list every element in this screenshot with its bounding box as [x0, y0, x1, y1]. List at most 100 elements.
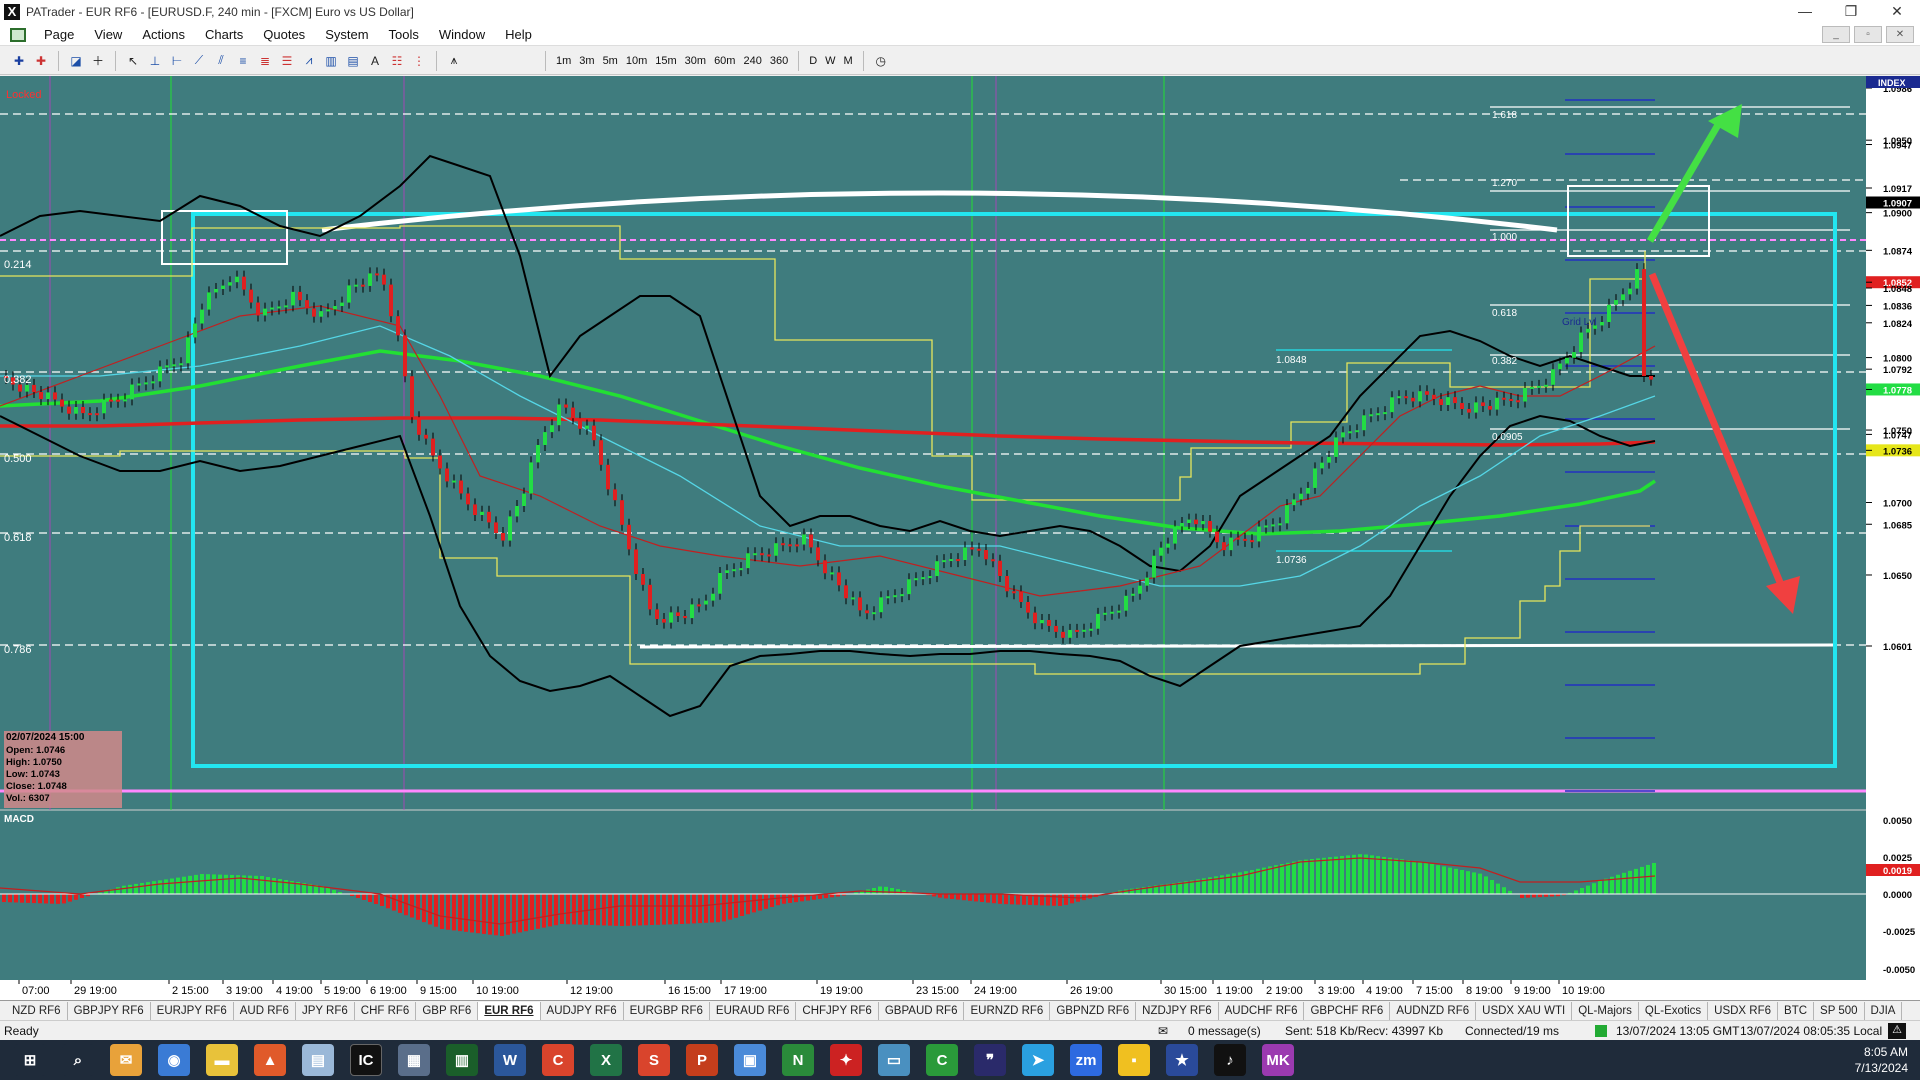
- menu-quotes[interactable]: Quotes: [253, 27, 315, 42]
- tf-d[interactable]: D: [805, 55, 821, 67]
- arrange-icon[interactable]: ✚: [10, 52, 28, 70]
- mdi-minimize-icon[interactable]: _: [1822, 26, 1850, 43]
- cursor-icon[interactable]: ↖: [124, 52, 142, 70]
- tab-audjpy[interactable]: AUDJPY RF6: [541, 1001, 624, 1020]
- tab-chf[interactable]: CHF RF6: [355, 1001, 417, 1020]
- brave-icon[interactable]: ▲: [254, 1044, 286, 1076]
- bars-icon[interactable]: ☷: [388, 52, 406, 70]
- tab-jpy[interactable]: JPY RF6: [296, 1001, 355, 1020]
- hline-icon[interactable]: ⊥: [146, 52, 164, 70]
- tab-gbpaud[interactable]: GBPAUD RF6: [879, 1001, 965, 1020]
- tab-usdx-xau-wti[interactable]: USDX XAU WTI: [1476, 1001, 1573, 1020]
- tab-eurnzd[interactable]: EURNZD RF6: [964, 1001, 1051, 1020]
- tab-gbpnzd[interactable]: GBPNZD RF6: [1050, 1001, 1137, 1020]
- tf-1m[interactable]: 1m: [552, 55, 575, 67]
- channel-icon[interactable]: ⫽: [212, 52, 230, 70]
- ic-icon[interactable]: IC: [350, 1044, 382, 1076]
- menu-window[interactable]: Window: [429, 27, 495, 42]
- tab-gbpjpy[interactable]: GBPJPY RF6: [68, 1001, 151, 1020]
- grid-icon[interactable]: ▥: [322, 52, 340, 70]
- c-app-icon[interactable]: C: [542, 1044, 574, 1076]
- menu-tools[interactable]: Tools: [379, 27, 429, 42]
- bird-icon[interactable]: ✦: [830, 1044, 862, 1076]
- powerpoint-icon[interactable]: P: [686, 1044, 718, 1076]
- tiktok-icon[interactable]: ♪: [1214, 1044, 1246, 1076]
- search-icon[interactable]: ⌕: [62, 1044, 94, 1076]
- tf-360[interactable]: 360: [766, 55, 792, 67]
- tab-eurgbp[interactable]: EURGBP RF6: [624, 1001, 710, 1020]
- tf-w[interactable]: W: [821, 55, 839, 67]
- tab-aud[interactable]: AUD RF6: [234, 1001, 296, 1020]
- menu-charts[interactable]: Charts: [195, 27, 253, 42]
- tab-gbp[interactable]: GBP RF6: [416, 1001, 479, 1020]
- clock-icon[interactable]: ◷: [872, 52, 890, 70]
- chart-app-icon[interactable]: ▥: [446, 1044, 478, 1076]
- start-icon[interactable]: ⊞: [14, 1044, 46, 1076]
- tf-5m[interactable]: 5m: [599, 55, 622, 67]
- tab-euraud[interactable]: EURAUD RF6: [710, 1001, 797, 1020]
- menu-page[interactable]: Page: [34, 27, 84, 42]
- rect-icon[interactable]: ▤: [344, 52, 362, 70]
- sticky-icon[interactable]: ▪: [1118, 1044, 1150, 1076]
- status-messages[interactable]: 0 message(s): [1188, 1024, 1261, 1038]
- fib-ext-icon[interactable]: ≣: [256, 52, 274, 70]
- folder-icon[interactable]: ▬: [206, 1044, 238, 1076]
- word-icon[interactable]: W: [494, 1044, 526, 1076]
- mdi-close-icon[interactable]: ✕: [1886, 26, 1914, 43]
- star-icon[interactable]: ★: [1166, 1044, 1198, 1076]
- zoom-icon[interactable]: zm: [1070, 1044, 1102, 1076]
- tf-m[interactable]: M: [840, 55, 857, 67]
- restore-icon[interactable]: ❐: [1828, 0, 1874, 24]
- tab-ql-majors[interactable]: QL-Majors: [1572, 1001, 1639, 1020]
- chart-type-icon[interactable]: ◪: [67, 52, 85, 70]
- photos-icon[interactable]: ▣: [734, 1044, 766, 1076]
- tab-sp500[interactable]: SP 500: [1814, 1001, 1865, 1020]
- remote-icon[interactable]: ▭: [878, 1044, 910, 1076]
- tf-240[interactable]: 240: [739, 55, 765, 67]
- tf-60m[interactable]: 60m: [710, 55, 739, 67]
- mail-icon[interactable]: ✉: [110, 1044, 142, 1076]
- mdi-restore-icon[interactable]: ▫: [1854, 26, 1882, 43]
- tab-chfjpy[interactable]: CHFJPY RF6: [796, 1001, 879, 1020]
- tab-audchf[interactable]: AUDCHF RF6: [1219, 1001, 1305, 1020]
- chart-area[interactable]: Locked 0.214 0.382 0.500 0.618 0.786 1.6…: [0, 76, 1920, 1000]
- tab-audnzd[interactable]: AUDNZD RF6: [1390, 1001, 1477, 1020]
- n-app-icon[interactable]: N: [782, 1044, 814, 1076]
- tab-eurjpy[interactable]: EURJPY RF6: [151, 1001, 234, 1020]
- tab-ql-exotics[interactable]: QL-Exotics: [1639, 1001, 1709, 1020]
- taskbar-clock[interactable]: 8:05 AM 7/13/2024: [1855, 1044, 1908, 1076]
- camtasia-icon[interactable]: C: [926, 1044, 958, 1076]
- chrome-icon[interactable]: ◉: [158, 1044, 190, 1076]
- quotes-icon[interactable]: ❞: [974, 1044, 1006, 1076]
- sync-icon[interactable]: ✚: [32, 52, 50, 70]
- mk-icon[interactable]: MK: [1262, 1044, 1294, 1076]
- tab-eur[interactable]: EUR RF6: [478, 1001, 541, 1020]
- tf-3m[interactable]: 3m: [575, 55, 598, 67]
- menu-view[interactable]: View: [84, 27, 132, 42]
- crosshair-icon[interactable]: ＋: [89, 52, 107, 70]
- menu-system[interactable]: System: [315, 27, 378, 42]
- s-app-icon[interactable]: S: [638, 1044, 670, 1076]
- tab-nzdjpy[interactable]: NZDJPY RF6: [1136, 1001, 1219, 1020]
- telegram-icon[interactable]: ➤: [1022, 1044, 1054, 1076]
- tab-gbpchf[interactable]: GBPCHF RF6: [1304, 1001, 1391, 1020]
- tf-15m[interactable]: 15m: [651, 55, 680, 67]
- levels-icon[interactable]: ☰: [278, 52, 296, 70]
- tf-10m[interactable]: 10m: [622, 55, 651, 67]
- fib-icon[interactable]: ≡: [234, 52, 252, 70]
- menu-help[interactable]: Help: [495, 27, 542, 42]
- tab-nzd[interactable]: NZD RF6: [6, 1001, 68, 1020]
- excel-icon[interactable]: X: [590, 1044, 622, 1076]
- minimize-icon[interactable]: —: [1782, 0, 1828, 24]
- text-icon[interactable]: A: [366, 52, 384, 70]
- indicator-icon[interactable]: ⩚: [445, 52, 463, 70]
- tab-djia[interactable]: DJIA: [1865, 1001, 1903, 1020]
- menu-actions[interactable]: Actions: [132, 27, 195, 42]
- close-icon[interactable]: ✕: [1874, 0, 1920, 24]
- page-icon[interactable]: [10, 27, 26, 42]
- warning-icon[interactable]: ⚠: [1888, 1023, 1906, 1039]
- props-icon[interactable]: ⋮: [410, 52, 428, 70]
- fan-icon[interactable]: ⩘: [300, 52, 318, 70]
- vline-icon[interactable]: ⊢: [168, 52, 186, 70]
- mail-icon[interactable]: ✉: [1158, 1024, 1168, 1038]
